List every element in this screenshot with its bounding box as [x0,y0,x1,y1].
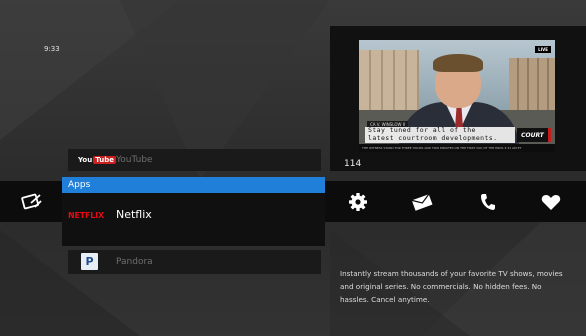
lower-third-ticker: Stay tuned for all of the latest courtro… [365,126,515,143]
live-badge: LIVE [535,46,551,53]
clock: 9:33 [44,45,60,53]
app-label-pandora: Pandora [116,257,153,267]
phone-icon[interactable] [475,190,499,214]
network-logo: COURT [517,128,551,142]
youtube-logo-you: You [78,156,93,164]
tv-guide-icon[interactable] [20,189,44,213]
settings-gear-icon[interactable] [346,190,370,214]
apps-panel[interactable]: Apps NETFLIX Netflix [62,177,325,246]
app-description: Instantly stream thousands of your favor… [340,269,563,304]
live-tv-preview[interactable]: LIVE CA V. WINSLOW II Stay tuned for all… [330,26,586,171]
messages-envelope-icon[interactable] [410,190,434,214]
app-label-netflix: Netflix [116,208,152,221]
netflix-logo-icon: NETFLIX [68,211,104,220]
pandora-logo-icon: P [81,253,98,270]
apps-header: Apps [62,177,325,193]
app-label-youtube: YouTube [116,155,153,165]
app-row-youtube[interactable]: You Tube YouTube [68,149,321,171]
reporter-hair [433,54,483,72]
channel-number: 114 [344,159,362,169]
news-crawl: THE WITNESS STAND FOR THREE HOURS AND TW… [359,144,555,152]
video-frame: LIVE CA V. WINSLOW II Stay tuned for all… [359,40,555,152]
favorites-heart-icon[interactable] [539,190,563,214]
youtube-logo-tube: Tube [93,156,116,164]
ticker-line-2: latest courtroom developments. [368,133,498,142]
youtube-logo-icon: You Tube [78,155,116,165]
app-row-pandora[interactable]: P Pandora [68,250,321,274]
